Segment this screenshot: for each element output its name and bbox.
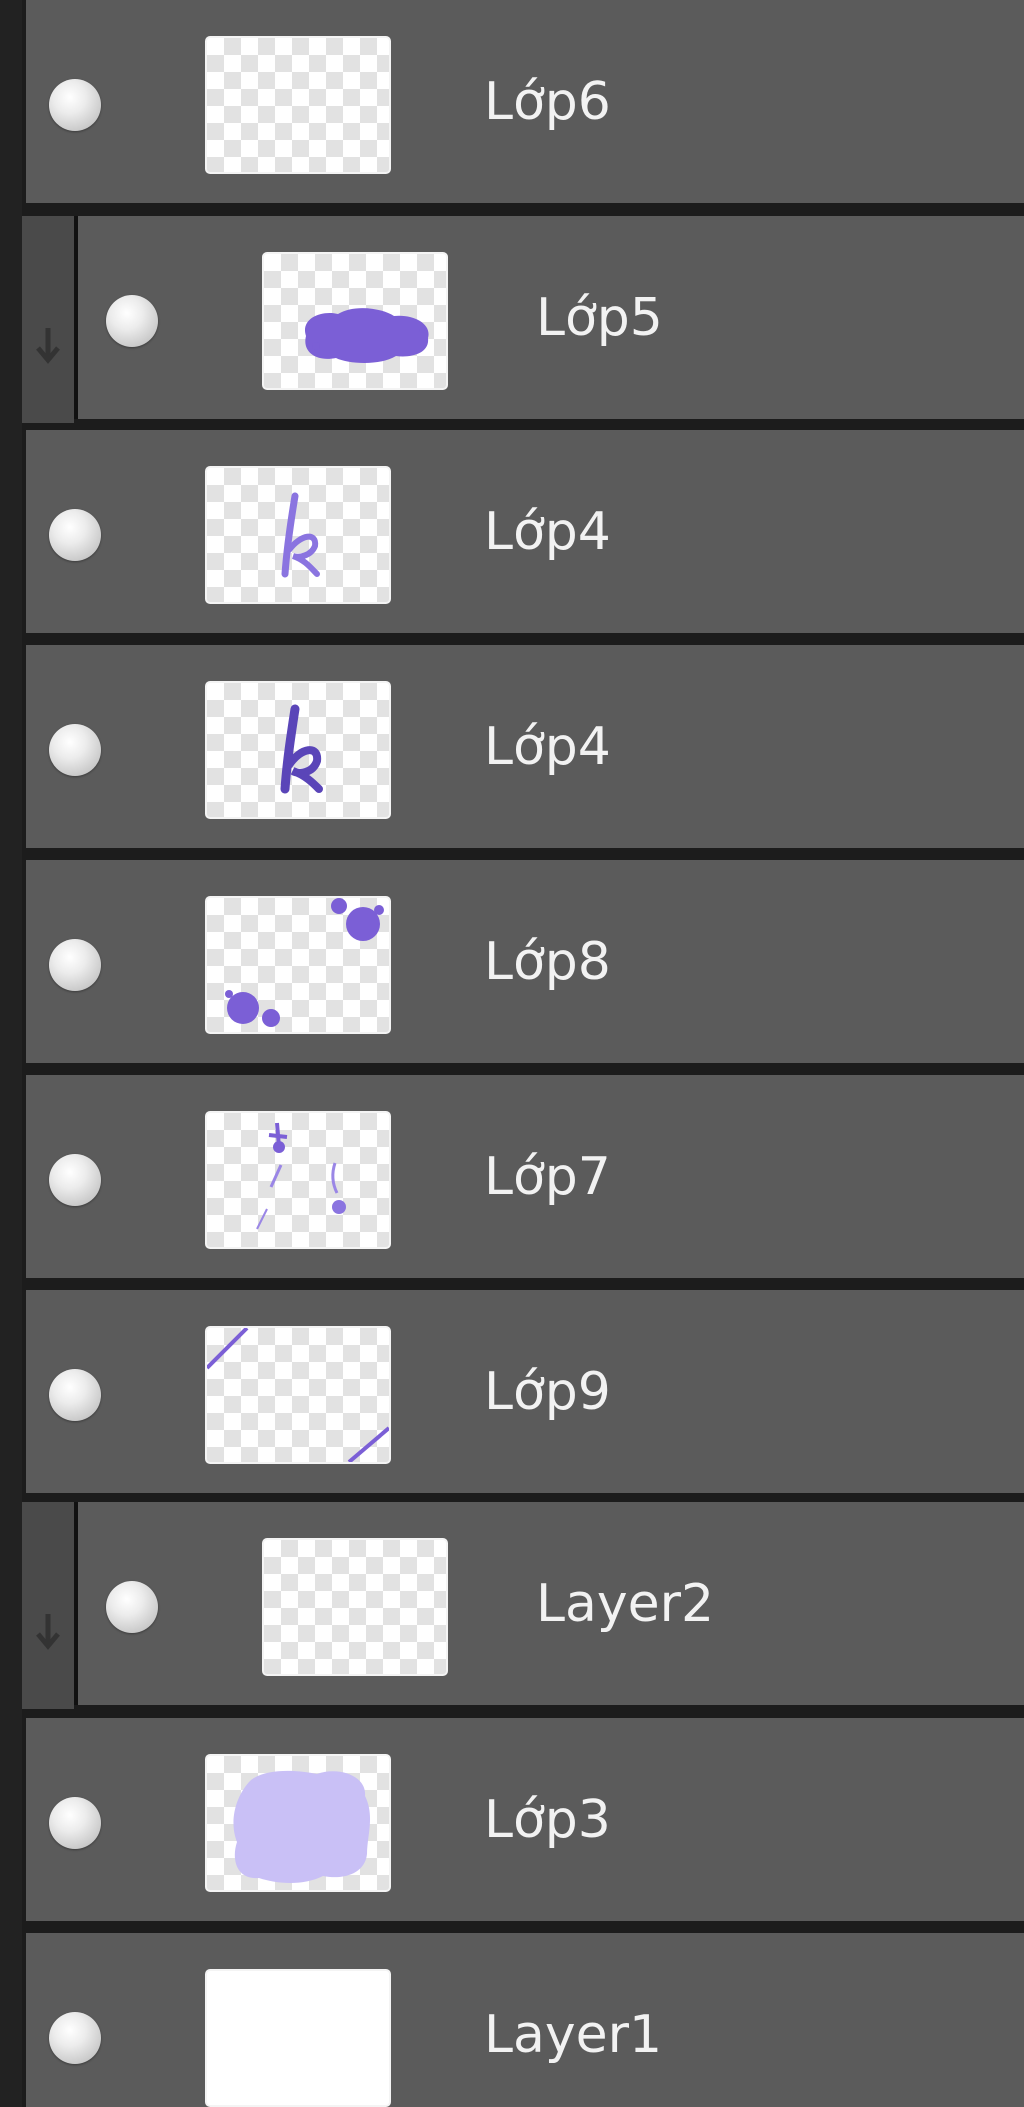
- layer-name: Lớp7: [484, 1147, 611, 1207]
- layer-thumbnail: [207, 1113, 389, 1247]
- eye-visible-icon[interactable]: [49, 509, 101, 561]
- eye-visible-icon[interactable]: [49, 1154, 101, 1206]
- layer-row[interactable]: Lớp6: [26, 0, 1024, 203]
- layer-thumbnail: [264, 1540, 446, 1674]
- layer-thumbnail: [207, 898, 389, 1032]
- layer-name: Lớp9: [484, 1362, 611, 1422]
- layer-row[interactable]: Lớp3: [26, 1718, 1024, 1921]
- layer-name: Lớp6: [484, 72, 611, 132]
- eye-visible-icon[interactable]: [106, 295, 158, 347]
- panel-left-edge: [0, 0, 22, 2107]
- layer-thumbnail: [207, 1971, 389, 2105]
- layer-row[interactable]: Lớp5: [74, 216, 1024, 419]
- clipping-marker: [22, 216, 74, 423]
- layer-name: Lớp8: [484, 932, 611, 992]
- clip-arrow-icon: [36, 1614, 60, 1650]
- layer-thumbnail: [207, 1328, 389, 1462]
- layer-row[interactable]: Layer1: [26, 1933, 1024, 2107]
- layer-name: Layer2: [536, 1574, 715, 1634]
- eye-visible-icon[interactable]: [49, 724, 101, 776]
- eye-visible-icon[interactable]: [106, 1581, 158, 1633]
- layer-thumbnail: [207, 38, 389, 172]
- layer-name: Lớp5: [536, 288, 663, 348]
- layer-row[interactable]: Lớp4: [26, 430, 1024, 633]
- eye-visible-icon[interactable]: [49, 939, 101, 991]
- layer-row[interactable]: Layer2: [74, 1502, 1024, 1705]
- layer-row[interactable]: Lớp4: [26, 645, 1024, 848]
- layer-name: Lớp3: [484, 1790, 611, 1850]
- layer-thumbnail: [207, 468, 389, 602]
- eye-visible-icon[interactable]: [49, 79, 101, 131]
- eye-visible-icon[interactable]: [49, 2012, 101, 2064]
- eye-visible-icon[interactable]: [49, 1797, 101, 1849]
- clipping-marker: [22, 1502, 74, 1709]
- layer-row[interactable]: Lớp8: [26, 860, 1024, 1063]
- layer-thumbnail: [264, 254, 446, 388]
- layer-thumbnail: [207, 1756, 389, 1890]
- layer-name: Lớp4: [484, 717, 611, 777]
- clip-arrow-icon: [36, 328, 60, 364]
- layer-row[interactable]: Lớp9: [26, 1290, 1024, 1493]
- eye-visible-icon[interactable]: [49, 1369, 101, 1421]
- layers-panel: Lớp6 Lớp5 Lớp4 Lớp4 Lớp8 Lớp7 Lớp9 Layer…: [0, 0, 1024, 2107]
- layer-name: Layer1: [484, 2005, 663, 2065]
- layer-name: Lớp4: [484, 502, 611, 562]
- layer-row[interactable]: Lớp7: [26, 1075, 1024, 1278]
- layer-thumbnail: [207, 683, 389, 817]
